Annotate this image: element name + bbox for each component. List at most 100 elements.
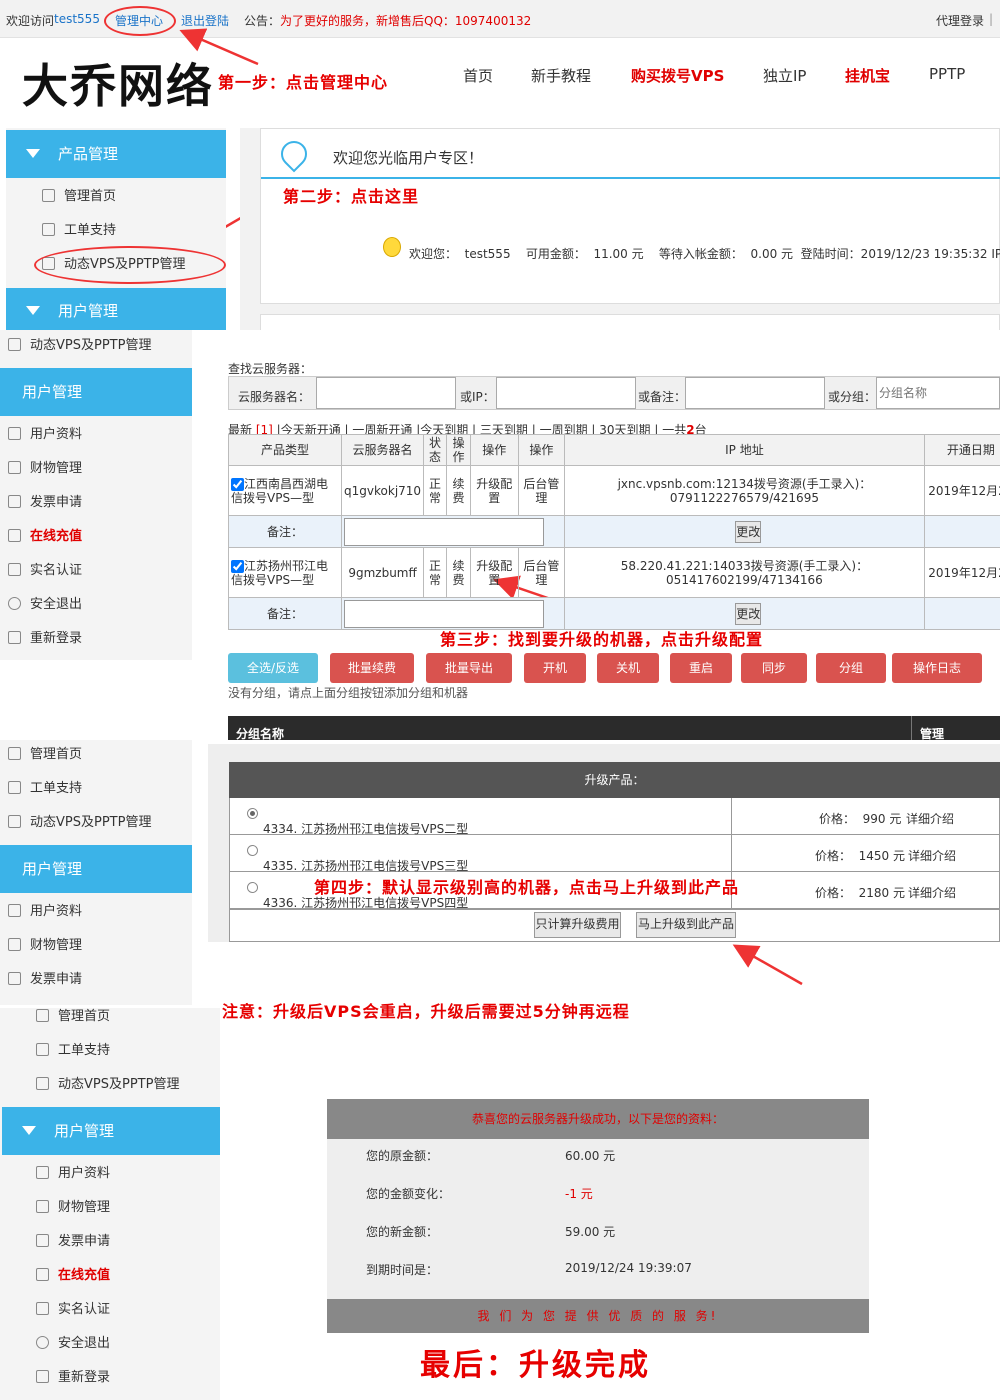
table-row: 江苏扬州邗江电信拨号VPS—型 9gmzbumff 正常 续费 升级配置 后台管…: [227, 547, 1000, 598]
logout-link[interactable]: 退出登陆: [181, 12, 229, 29]
upgrade-detail-link[interactable]: 详细介绍: [908, 884, 956, 901]
server-name-input[interactable]: [316, 377, 456, 409]
sidebar-item-label: 管理首页: [58, 1009, 111, 1024]
change-button[interactable]: 更改: [735, 602, 762, 625]
action-button-0[interactable]: 全选/反选: [228, 653, 318, 683]
sidebar-item-ticket[interactable]: 工单支持: [8, 772, 82, 806]
monitor-icon: [36, 1077, 49, 1090]
welcome-title: 欢迎您光临用户专区！: [333, 149, 484, 167]
row-checkbox[interactable]: [231, 477, 244, 491]
sidebar-item-invoice[interactable]: 发票申请: [8, 486, 82, 520]
renew-link[interactable]: 续费: [446, 547, 471, 598]
upgrade-config-link[interactable]: 升级配置: [469, 547, 519, 598]
row-checkbox[interactable]: [231, 559, 244, 573]
action-button-8[interactable]: 操作日志: [892, 653, 982, 683]
login-icon: [36, 1370, 49, 1383]
sidebar-item-finance[interactable]: 财物管理: [8, 452, 82, 486]
sidebar-item-invoice[interactable]: 发票申请: [36, 1225, 110, 1259]
upgrade-config-link[interactable]: 升级配置: [469, 465, 519, 516]
sidebar-item-manage-home[interactable]: 管理首页: [42, 180, 116, 214]
triangle-down-icon: [22, 1126, 36, 1135]
sidebar-item-profile[interactable]: 用户资料: [8, 895, 82, 929]
sidebar-item-safe-exit[interactable]: 安全退出: [8, 588, 82, 622]
admin-link[interactable]: 后台管理: [517, 547, 566, 598]
sidebar-user-head-3[interactable]: 用户管理: [0, 845, 192, 893]
sidebar-item-finance[interactable]: 财物管理: [8, 929, 82, 963]
nav-buy-vps[interactable]: 购买拨号VPS: [631, 65, 724, 86]
sidebar-item-manage-home[interactable]: 管理首页: [36, 1000, 110, 1034]
username-link[interactable]: test555: [54, 12, 100, 26]
ticket-icon: [36, 1043, 49, 1056]
action-button-2[interactable]: 批量导出: [426, 653, 512, 683]
nav-dedicated-ip[interactable]: 独立IP: [763, 65, 806, 86]
sidebar-item-invoice[interactable]: 发票申请: [8, 963, 82, 997]
sidebar-item-label: 重新登录: [30, 631, 83, 646]
site-logo[interactable]: 大乔网络: [22, 50, 214, 116]
success-row-label: 您的金额变化：: [366, 1187, 451, 1201]
upgrade-radio[interactable]: [247, 845, 258, 856]
upgrade-radio[interactable]: [247, 882, 258, 893]
sidebar-item-manage-home[interactable]: 管理首页: [8, 738, 82, 772]
welcome-panel: 欢迎您光临用户专区！ 第二步：点击这里 欢迎您： test555 可用金额： 1…: [240, 128, 1000, 330]
remark-input[interactable]: [685, 377, 825, 409]
col-op1: 操作: [446, 434, 471, 466]
action-button-1[interactable]: 批量续费: [330, 653, 414, 683]
sidebar-item-ticket[interactable]: 工单支持: [36, 1034, 110, 1068]
cell-date: 2019年12月23: [923, 547, 1000, 598]
sidebar-item-finance[interactable]: 财物管理: [36, 1191, 110, 1225]
action-button-7[interactable]: 分组: [816, 653, 886, 683]
nav-hangup[interactable]: 挂机宝: [845, 65, 890, 86]
sidebar-item-relogin[interactable]: 重新登录: [36, 1361, 110, 1395]
sidebar-item-label: 发票申请: [30, 495, 83, 510]
sidebar-item-label: 工单支持: [58, 1043, 111, 1058]
renew-link[interactable]: 续费: [446, 465, 471, 516]
sidebar-item-vps-manage[interactable]: 动态VPS及PPTP管理: [8, 806, 151, 840]
action-button-6[interactable]: 同步: [741, 653, 807, 683]
action-button-4[interactable]: 关机: [597, 653, 659, 683]
sidebar-item-label: 管理首页: [64, 189, 117, 204]
remark-input[interactable]: [344, 599, 545, 628]
sidebar-item-ticket[interactable]: 工单支持: [42, 214, 116, 248]
change-button[interactable]: 更改: [735, 520, 762, 543]
cell-type: 江西南昌西湖电信拨号VPS—型: [227, 465, 343, 516]
sidebar-item-safe-exit[interactable]: 安全退出: [36, 1327, 110, 1361]
sidebar-user-head-2[interactable]: 用户管理: [0, 368, 192, 416]
sidebar-item-vps-manage[interactable]: 动态VPS及PPTP管理: [36, 1068, 179, 1102]
nav-tutorial[interactable]: 新手教程: [531, 65, 591, 86]
group-input[interactable]: [876, 377, 1000, 409]
action-button-3[interactable]: 开机: [524, 653, 586, 683]
note-annotation: 注意：升级后VPS会重启，升级后需要过5分钟再远程: [222, 1002, 630, 1021]
col-server-name: 云服务器名: [341, 434, 425, 466]
sidebar-item-vps-manage[interactable]: 动态VPS及PPTP管理: [8, 329, 151, 363]
user-head-label: 用户管理: [54, 1122, 115, 1140]
sidebar-item-recharge[interactable]: 在线充值: [8, 520, 82, 554]
nav-pptp[interactable]: PPTP: [929, 65, 965, 83]
welcome-prefix: 欢迎访问: [6, 14, 55, 28]
calc-fee-button[interactable]: 只计算升级费用: [534, 912, 621, 938]
sidebar-item-profile[interactable]: 用户资料: [36, 1157, 110, 1191]
sidebar-user-head-4[interactable]: 用户管理: [2, 1107, 220, 1155]
final-annotation: 最后：升级完成: [420, 1348, 651, 1383]
id-icon: [8, 563, 21, 576]
success-panel: 恭喜您的云服务器升级成功，以下是您的资料： 您的原金额： 60.00 元您的金额变…: [327, 1099, 869, 1333]
action-button-5[interactable]: 重启: [670, 653, 732, 683]
upgrade-detail-link[interactable]: 详细介绍: [908, 847, 956, 864]
nav-home[interactable]: 首页: [463, 65, 493, 86]
agent-login-link[interactable]: 代理登录: [936, 12, 984, 29]
remark-row: 备注： 更改: [227, 597, 1000, 630]
sidebar-item-recharge[interactable]: 在线充值: [36, 1259, 110, 1293]
sidebar-item-relogin[interactable]: 重新登录: [8, 622, 82, 656]
recharge-icon: [8, 529, 21, 542]
upgrade-detail-link[interactable]: 详细介绍: [906, 810, 954, 827]
sidebar-item-realname[interactable]: 实名认证: [36, 1293, 110, 1327]
ip-input[interactable]: [496, 377, 636, 409]
remark-input[interactable]: [344, 517, 545, 546]
sidebar-item-profile[interactable]: 用户资料: [8, 418, 82, 452]
upgrade-option-price: 价格： 1450 元: [815, 849, 905, 863]
sidebar-user-head-1[interactable]: 用户管理: [6, 288, 226, 330]
sidebar-product-head[interactable]: 产品管理: [6, 130, 226, 178]
upgrade-radio[interactable]: [247, 808, 258, 819]
sidebar-item-realname[interactable]: 实名认证: [8, 554, 82, 588]
admin-link[interactable]: 后台管理: [517, 465, 566, 516]
upgrade-now-button[interactable]: 马上升级到此产品: [636, 912, 736, 938]
